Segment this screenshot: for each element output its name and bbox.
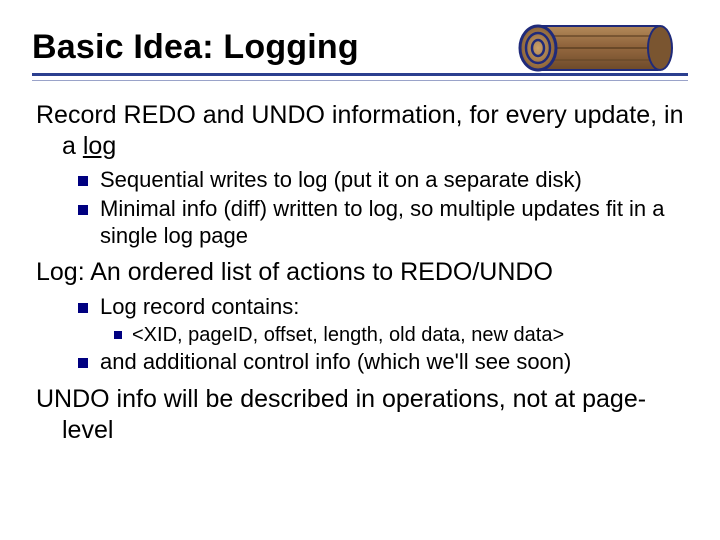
slide-title: Basic Idea: Logging	[32, 28, 688, 67]
slide-body: Record REDO and UNDO information, for ev…	[36, 100, 684, 451]
bullet-list-2: Log record contains:	[36, 294, 684, 321]
title-underline	[32, 73, 688, 81]
bullet-minimal-info: Minimal info (diff) written to log, so m…	[36, 196, 684, 250]
para-log-definition: Log: An ordered list of actions to REDO/…	[36, 257, 684, 288]
para-record-redo-undo: Record REDO and UNDO information, for ev…	[36, 100, 684, 161]
word-log-underlined: log	[83, 132, 116, 160]
bullet-additional-control: and additional control info (which we'll…	[36, 349, 684, 376]
bullet-log-record-format: <XID, pageID, offset, length, old data, …	[36, 323, 684, 347]
bullet-sequential-writes: Sequential writes to log (put it on a se…	[36, 167, 684, 194]
slide: Basic Idea: Logging Record REDO and UNDO…	[0, 0, 720, 540]
para-undo-info: UNDO info will be described in operation…	[36, 384, 684, 445]
bullet-list-1: Sequential writes to log (put it on a se…	[36, 167, 684, 249]
bullet-list-3: and additional control info (which we'll…	[36, 349, 684, 376]
bullet-log-record-contains: Log record contains:	[36, 294, 684, 321]
para-text: Record REDO and UNDO information, for ev…	[36, 101, 684, 160]
bullet-sublist: <XID, pageID, offset, length, old data, …	[36, 323, 684, 347]
title-bar: Basic Idea: Logging	[32, 28, 688, 81]
